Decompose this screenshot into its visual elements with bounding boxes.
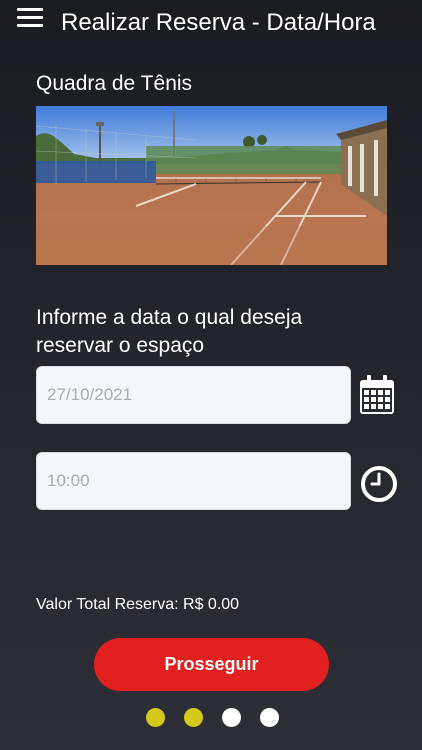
step-dot [184, 708, 203, 727]
date-input[interactable] [37, 367, 350, 423]
space-name: Quadra de Tênis [36, 72, 193, 95]
date-prompt: Informe a data o qual deseja reservar o … [36, 306, 303, 357]
step-dot [222, 708, 241, 727]
page-title: Realizar Reserva - Data/Hora [61, 9, 376, 36]
time-input[interactable] [37, 453, 350, 509]
step-dot [260, 708, 279, 727]
tennis-court-photo [36, 106, 387, 265]
proceed-button[interactable]: Prosseguir [94, 638, 329, 691]
app-header: Realizar Reserva - Data/Hora [0, 0, 422, 48]
date-field[interactable] [36, 366, 351, 424]
calendar-icon[interactable] [359, 375, 395, 415]
total-value: Valor Total Reserva: R$ 0.00 [36, 596, 240, 613]
time-field[interactable] [36, 452, 351, 510]
hamburger-menu-icon[interactable] [17, 8, 43, 28]
clock-icon[interactable] [360, 465, 398, 503]
step-dot [146, 708, 165, 727]
step-indicator [0, 708, 422, 728]
